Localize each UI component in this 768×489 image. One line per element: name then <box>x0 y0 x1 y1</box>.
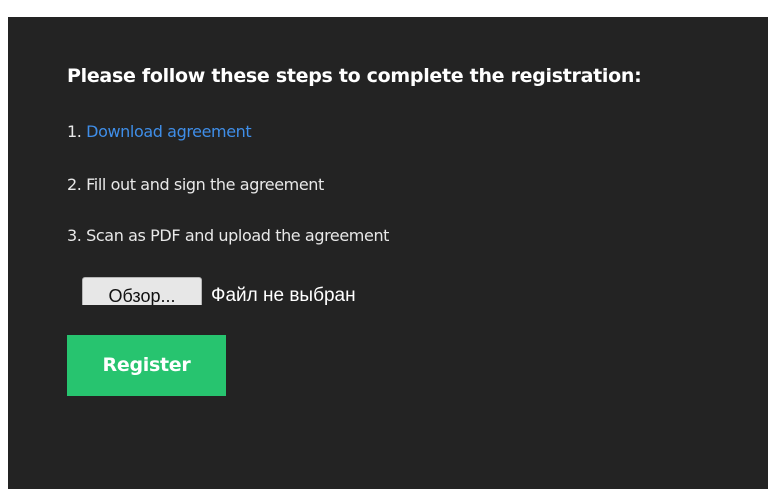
step-1: 1. Download agreement <box>67 122 252 141</box>
registration-heading: Please follow these steps to complete th… <box>67 65 642 87</box>
file-status-text: Файл не выбран <box>211 285 356 305</box>
step-1-number: 1. <box>67 122 82 141</box>
download-agreement-link[interactable]: Download agreement <box>86 122 252 141</box>
step-3-number: 3. <box>67 226 82 245</box>
step-3: 3. Scan as PDF and upload the agreement <box>67 226 389 245</box>
step-2-text: Fill out and sign the agreement <box>86 175 324 194</box>
file-upload-field[interactable]: Обзор... Файл не выбран <box>78 275 498 305</box>
step-2: 2. Fill out and sign the agreement <box>67 175 324 194</box>
registration-panel: Please follow these steps to complete th… <box>8 17 768 489</box>
browse-button[interactable]: Обзор... <box>82 277 202 305</box>
step-3-text: Scan as PDF and upload the agreement <box>86 226 390 245</box>
step-2-number: 2. <box>67 175 82 194</box>
register-button[interactable]: Register <box>67 335 226 396</box>
